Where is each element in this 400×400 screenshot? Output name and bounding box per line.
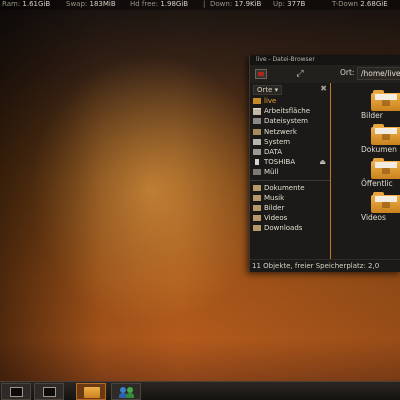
taskbar-terminal-button[interactable] xyxy=(1,383,31,400)
sidebar-item-toshiba[interactable]: TOSHIBA ⏏ xyxy=(250,157,330,167)
drive-icon xyxy=(253,148,261,155)
toolbar: ⤢ Ort: /home/live xyxy=(250,65,400,84)
users-icon xyxy=(119,387,135,398)
sidebar-item-filesystem[interactable]: Dateisystem xyxy=(250,116,330,126)
sidebar-item-desktop[interactable]: Arbeitsfläche xyxy=(250,106,330,116)
location-label: Ort: xyxy=(340,68,355,77)
sidebar-item-bilder[interactable]: Bilder xyxy=(250,203,330,213)
folder-icon xyxy=(371,191,400,213)
folder-icon xyxy=(253,194,261,201)
places-dropdown[interactable]: Orte ▾ xyxy=(253,85,283,95)
folder-icon xyxy=(371,89,400,111)
file-item[interactable]: Bilder xyxy=(361,89,400,120)
taskbar-terminal-button[interactable] xyxy=(34,383,64,400)
terminal-icon xyxy=(43,387,56,397)
trash-icon xyxy=(253,169,261,176)
sidebar-item-dokumente[interactable]: Dokumente xyxy=(250,183,330,193)
folder-icon xyxy=(371,123,400,145)
down-readout: Down: 17.9KiB xyxy=(210,0,262,8)
sidebar-item-network[interactable]: Netzwerk xyxy=(250,127,330,137)
expand-icon[interactable]: ⤢ xyxy=(294,69,306,79)
file-view: Bilder Dokumen Öffentlic Videos xyxy=(331,83,400,259)
file-item[interactable]: Öffentlic xyxy=(361,157,400,188)
sidebar-item-live[interactable]: live xyxy=(250,96,330,106)
file-item[interactable]: Dokumen xyxy=(361,123,400,154)
file-item[interactable]: Videos xyxy=(361,191,400,222)
close-sidebar-icon[interactable]: ✖ xyxy=(320,84,327,93)
sidebar-item-downloads[interactable]: Downloads xyxy=(250,223,330,233)
taskbar xyxy=(0,381,400,400)
file-browser-window: live - Datei-Browser ⤢ Ort: /home/live O… xyxy=(249,55,400,272)
home-folder-icon xyxy=(253,98,261,104)
folder-icon xyxy=(253,215,261,222)
places-sidebar: Orte ▾ ✖ live Arbeitsfläche Dateisystem … xyxy=(250,83,331,259)
sidebar-item-data[interactable]: DATA xyxy=(250,147,330,157)
total-down-readout: T-Down 2.68GiE xyxy=(332,0,388,8)
up-readout: Up: 377B xyxy=(273,0,306,8)
sidebar-header: Orte ▾ ✖ xyxy=(250,83,330,96)
terminal-icon[interactable] xyxy=(255,69,267,79)
terminal-icon xyxy=(10,387,23,397)
taskbar-file-manager-button[interactable] xyxy=(76,383,106,400)
eject-icon[interactable]: ⏏ xyxy=(319,157,326,167)
desktop: Ram: 1.61GiB Swap: 183MiB Hd free: 1.98G… xyxy=(0,0,400,400)
sidebar-item-trash[interactable]: Müll xyxy=(250,167,330,177)
drive-icon xyxy=(253,138,261,145)
file-manager-icon xyxy=(84,387,100,398)
ram-readout: Ram: 1.61GiB xyxy=(2,0,51,8)
sidebar-divider xyxy=(250,179,330,181)
folder-icon xyxy=(253,225,261,232)
sidebar-item-system[interactable]: System xyxy=(250,137,330,147)
swap-readout: Swap: 183MiB xyxy=(66,0,116,8)
system-monitor-bar: Ram: 1.61GiB Swap: 183MiB Hd free: 1.98G… xyxy=(0,0,400,10)
hd-free-readout: Hd free: 1.98GiB xyxy=(130,0,189,8)
filesystem-icon xyxy=(253,118,261,125)
window-title[interactable]: live - Datei-Browser xyxy=(250,55,400,65)
desktop-icon xyxy=(253,108,261,116)
location-field[interactable]: /home/live xyxy=(357,67,400,80)
sidebar-item-videos[interactable]: Videos xyxy=(250,213,330,223)
sidebar-item-musik[interactable]: Musik xyxy=(250,193,330,203)
folder-icon xyxy=(253,204,261,211)
folder-icon xyxy=(253,184,261,191)
status-bar: 11 Objekte, freier Speicherplatz: 2,0 xyxy=(250,259,400,272)
network-icon xyxy=(253,128,261,135)
usb-drive-icon xyxy=(255,159,259,166)
folder-icon xyxy=(371,157,400,179)
taskbar-users-button[interactable] xyxy=(111,383,141,400)
